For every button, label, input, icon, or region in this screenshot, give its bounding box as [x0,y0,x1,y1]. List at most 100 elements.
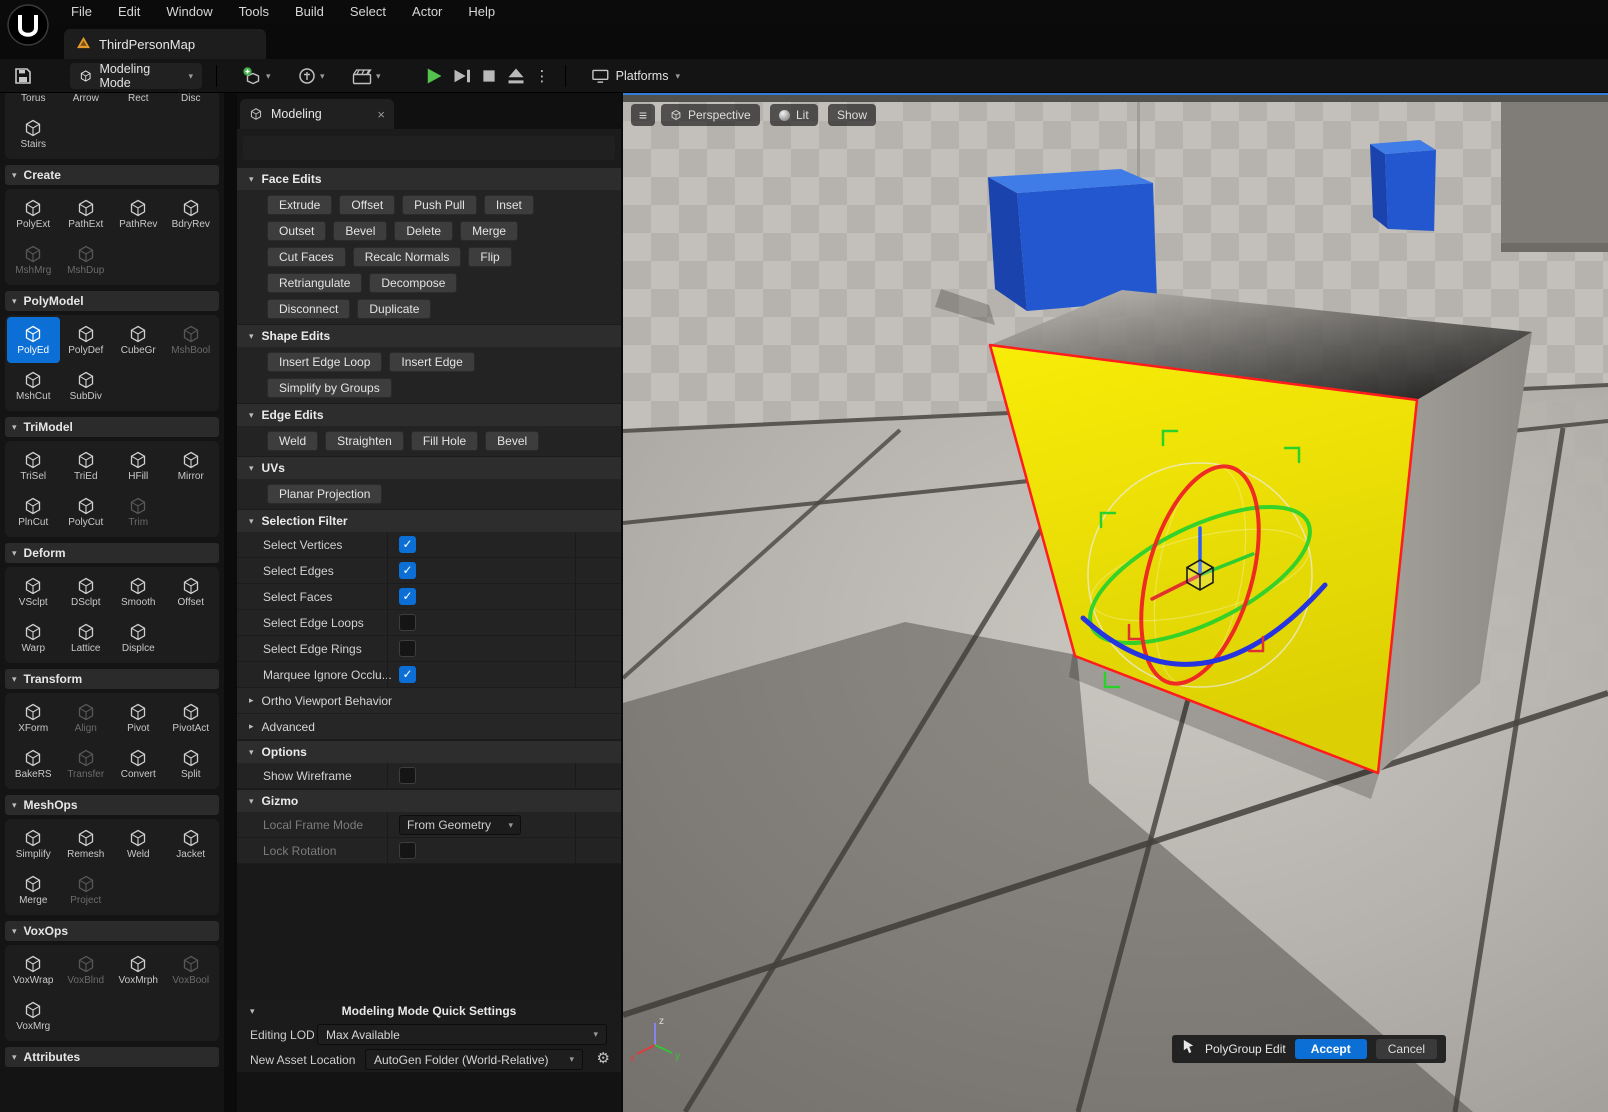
local-frame-mode-dropdown[interactable]: From Geometry▾ [399,815,521,835]
palette-section-polymodel[interactable]: ▾PolyModel [5,291,219,311]
new-asset-location-dropdown[interactable]: AutoGen Folder (World-Relative)▾ [365,1049,583,1070]
section-uvs[interactable]: ▾UVs [237,457,621,479]
tool-merge[interactable]: Merge [7,867,60,913]
duplicate-button[interactable]: Duplicate [357,299,431,319]
tool-stairs[interactable]: Stairs [7,111,60,157]
eject-button[interactable] [506,67,526,85]
tool-hfill[interactable]: HFill [112,443,165,489]
palette-section-transform[interactable]: ▾Transform [5,669,219,689]
tool-simplify[interactable]: Simplify [7,821,60,867]
select-edges-checkbox[interactable]: ✓ [399,562,416,579]
section-face-edits[interactable]: ▾Face Edits [237,168,621,190]
platforms-dropdown[interactable]: Platforms ▾ [583,63,689,89]
tool-plncut[interactable]: PlnCut [7,489,60,535]
decompose-button[interactable]: Decompose [369,273,457,293]
tool-pathext[interactable]: PathExt [60,191,113,237]
viewport-canvas[interactable]: x y z [623,93,1608,1112]
tool-weld[interactable]: Weld [112,821,165,867]
merge-button[interactable]: Merge [460,221,518,241]
recalc-normals-button[interactable]: Recalc Normals [353,247,462,267]
bevel-button[interactable]: Bevel [485,431,539,451]
tool-pivotact[interactable]: PivotAct [165,695,218,741]
tool-subdiv[interactable]: SubDiv [60,363,113,409]
tool-convert[interactable]: Convert [112,741,165,787]
tool-bakers[interactable]: BakeRS [7,741,60,787]
palette-section-meshops[interactable]: ▾MeshOps [5,795,219,815]
bevel-button[interactable]: Bevel [333,221,387,241]
tool-polycut[interactable]: PolyCut [60,489,113,535]
tool-bdryrev[interactable]: BdryRev [165,191,218,237]
editor-mode-dropdown[interactable]: Modeling Mode ▾ [70,63,202,89]
section-edge-edits[interactable]: ▾Edge Edits [237,404,621,426]
outset-button[interactable]: Outset [267,221,326,241]
simplify-by-groups-button[interactable]: Simplify by Groups [267,378,392,398]
stop-button[interactable] [480,67,498,85]
tool-disc[interactable]: Disc [165,93,218,111]
tool-cubegr[interactable]: CubeGr [112,317,165,363]
palette-section-create[interactable]: ▾Create [5,165,219,185]
section-selection-filter[interactable]: ▾Selection Filter [237,510,621,532]
tool-torus[interactable]: Torus [7,93,60,111]
section-shape-edits[interactable]: ▾Shape Edits [237,325,621,347]
tool-jacket[interactable]: Jacket [165,821,218,867]
marquee-ignore-occlu-checkbox[interactable]: ✓ [399,666,416,683]
gear-icon[interactable]: ⚙ [597,1050,610,1068]
show-dropdown[interactable]: Show [828,104,876,126]
retriangulate-button[interactable]: Retriangulate [267,273,362,293]
select-faces-checkbox[interactable]: ✓ [399,588,416,605]
offset-button[interactable]: Offset [339,195,395,215]
menu-item-build[interactable]: Build [282,0,337,24]
tool-polyext[interactable]: PolyExt [7,191,60,237]
tool-transfer[interactable]: Transfer [60,741,113,787]
fill-hole-button[interactable]: Fill Hole [411,431,478,451]
tool-smooth[interactable]: Smooth [112,569,165,615]
palette-section-trimodel[interactable]: ▾TriModel [5,417,219,437]
blue-cube-large[interactable] [988,169,1157,311]
tool-remesh[interactable]: Remesh [60,821,113,867]
straighten-button[interactable]: Straighten [325,431,404,451]
palette-section-voxops[interactable]: ▾VoxOps [5,921,219,941]
tool-mshdup[interactable]: MshDup [60,237,113,283]
play-button[interactable] [424,67,444,85]
select-vertices-checkbox[interactable]: ✓ [399,536,416,553]
tool-displce[interactable]: Displce [112,615,165,661]
save-button[interactable] [14,67,32,85]
tool-mirror[interactable]: Mirror [165,443,218,489]
close-icon[interactable]: × [377,107,385,122]
tool-voxbool[interactable]: VoxBool [165,947,218,993]
viewport-options-menu-icon[interactable]: ≡ [631,104,655,126]
palette-section-attributes[interactable]: ▾Attributes [5,1047,219,1067]
quick-settings-header[interactable]: ▾ Modeling Mode Quick Settings [237,1000,621,1022]
tool-voxmrph[interactable]: VoxMrph [112,947,165,993]
section-gizmo[interactable]: ▾Gizmo [237,790,621,812]
push-pull-button[interactable]: Push Pull [402,195,477,215]
tool-arrow[interactable]: Arrow [60,93,113,111]
tool-voxwrap[interactable]: VoxWrap [7,947,60,993]
tool-mshcut[interactable]: MshCut [7,363,60,409]
tool-offset[interactable]: Offset [165,569,218,615]
modeling-panel-tab[interactable]: Modeling × [240,99,394,129]
menu-item-window[interactable]: Window [153,0,225,24]
tool-lattice[interactable]: Lattice [60,615,113,661]
select-edge-rings-checkbox[interactable] [399,640,416,657]
cut-faces-button[interactable]: Cut Faces [267,247,346,267]
perspective-dropdown[interactable]: Perspective [661,104,760,126]
menu-item-tools[interactable]: Tools [226,0,282,24]
extrude-button[interactable]: Extrude [267,195,332,215]
play-options-kebab-icon[interactable]: ⋮ [535,65,549,87]
frame-skip-button[interactable] [452,67,472,85]
menu-item-actor[interactable]: Actor [399,0,455,24]
insert-edge-loop-button[interactable]: Insert Edge Loop [267,352,382,372]
section-options[interactable]: ▾Options [237,741,621,763]
tool-xform[interactable]: XForm [7,695,60,741]
tool-pathrev[interactable]: PathRev [112,191,165,237]
blue-cube-small[interactable] [1370,140,1436,231]
cinematics-dropdown[interactable]: ▾ [346,63,387,89]
editing-lod-dropdown[interactable]: Max Available▾ [317,1024,607,1045]
tool-rect[interactable]: Rect [112,93,165,111]
tool-pivot[interactable]: Pivot [112,695,165,741]
tool-vsclpt[interactable]: VSclpt [7,569,60,615]
tool-trisel[interactable]: TriSel [7,443,60,489]
accept-button[interactable]: Accept [1295,1039,1367,1059]
menu-item-file[interactable]: File [58,0,105,24]
